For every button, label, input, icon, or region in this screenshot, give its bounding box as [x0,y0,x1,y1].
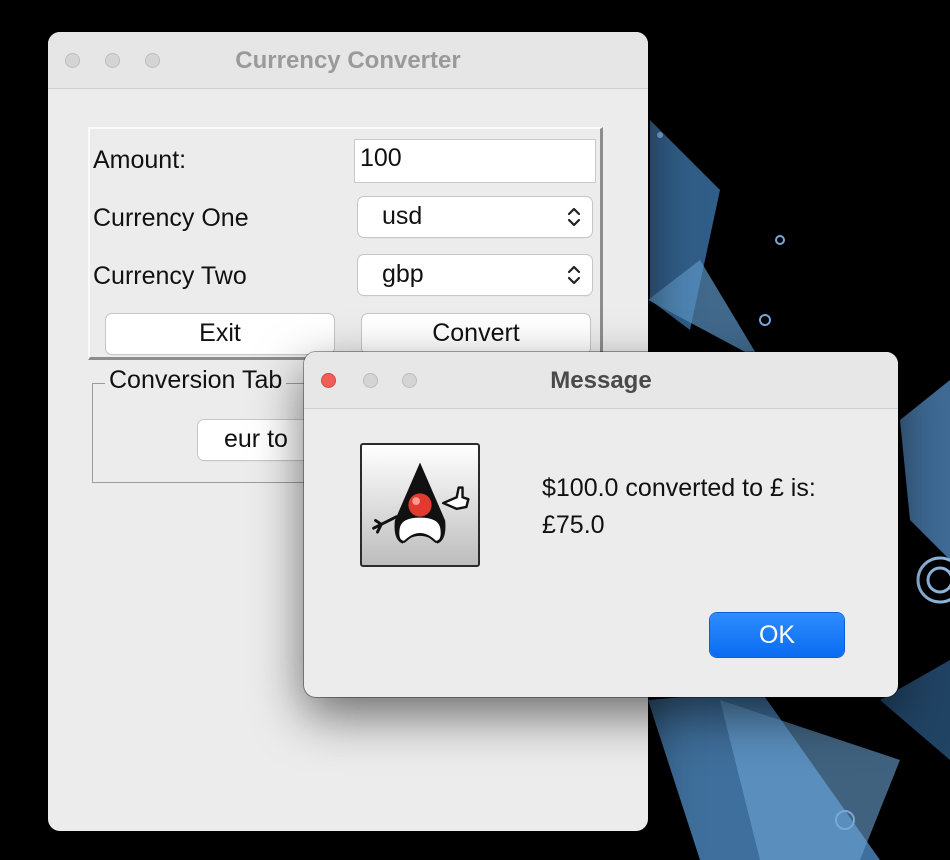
dialog-title: Message [550,367,652,394]
message-text: $100.0 converted to £ is: £75.0 [542,470,816,544]
currency-two-value: gbp [382,260,424,288]
ok-button[interactable]: OK [710,613,844,657]
converter-panel: Amount: 100 Currency One usd Currency Tw… [88,127,603,360]
dialog-titlebar: Message [304,352,898,409]
exit-button[interactable]: Exit [106,314,334,354]
message-dialog: Message $100.0 converted to £ is: £75.0 … [304,352,898,697]
message-line-1: $100.0 converted to £ is: [542,474,816,502]
main-titlebar: Currency Converter [48,32,648,89]
currency-one-select[interactable]: usd [358,197,592,237]
currency-one-value: usd [382,202,423,230]
conversion-table-title: Conversion Tab [105,366,287,395]
amount-label: Amount: [93,146,187,174]
window-title: Currency Converter [235,47,461,74]
duke-icon [360,443,480,567]
convert-button[interactable]: Convert [362,314,590,354]
currency-two-label: Currency Two [93,262,247,290]
amount-field[interactable]: 100 [354,139,596,183]
currency-one-label: Currency One [93,204,249,232]
currency-two-select[interactable]: gbp [358,255,592,295]
up-down-chevron-icon [567,207,581,227]
message-line-2: £75.0 [542,511,605,539]
up-down-chevron-icon [567,265,581,285]
